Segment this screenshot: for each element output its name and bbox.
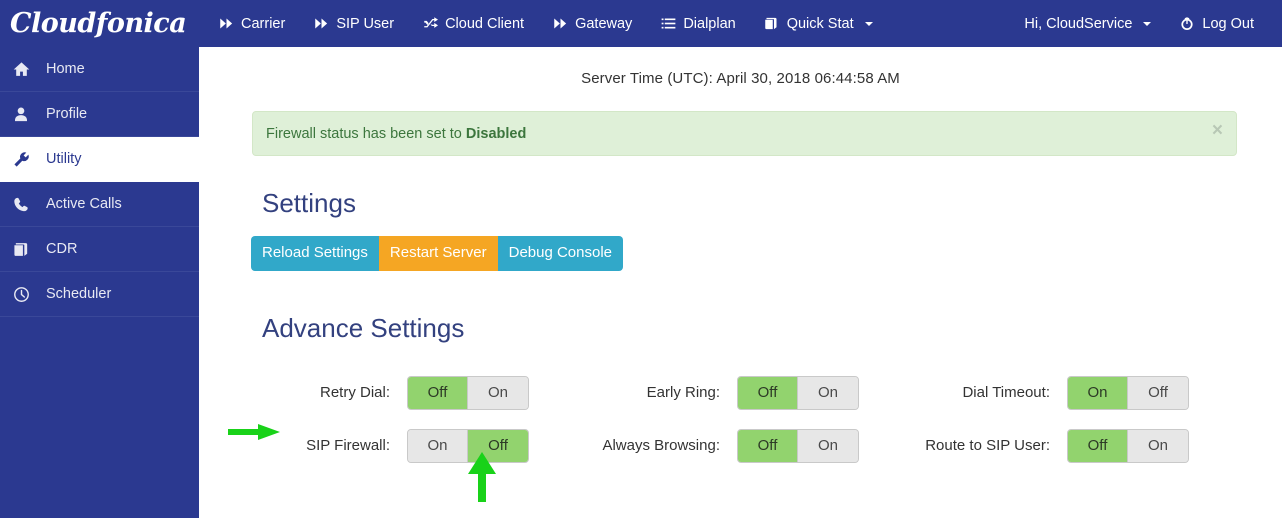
toggle-route-to-sip-user[interactable]: Off On [1067,428,1189,463]
sidebar-item-scheduler[interactable]: Scheduler [0,272,199,317]
nav-item-label: Cloud Client [445,15,525,32]
primary-nav: Carrier SIP User Cloud Client Gateway Dialpl… [204,0,887,47]
book-icon [764,16,780,32]
nav-item-quick-stat[interactable]: Quick Stat [750,0,887,47]
logout-label: Log Out [1202,15,1254,32]
fast-forward-icon [552,16,568,32]
advance-settings-heading: Advance Settings [262,313,465,343]
toggle-retry-dial[interactable]: Off On [407,375,529,410]
setting-always-browsing: Always Browsing: Off On [529,419,859,472]
sidebar-item-cdr[interactable]: CDR [0,227,199,272]
user-menu-label: Hi, CloudService [1024,15,1133,32]
setting-route-to-sip-user: Route to SIP User: Off On [859,419,1189,472]
setting-label: Dial Timeout: [962,384,1050,401]
restart-server-button[interactable]: Restart Server [378,236,498,271]
toggle-sip-firewall[interactable]: On Off [407,428,529,463]
power-icon [1179,16,1195,32]
sidebar-item-profile[interactable]: Profile [0,92,199,137]
toggle-option-off[interactable]: Off [468,429,528,462]
setting-sip-firewall: SIP Firewall: On Off [199,419,529,472]
status-alert: Firewall status has been set to Disabled… [252,111,1237,156]
chevron-down-icon [864,21,873,26]
alert-message: Firewall status has been set to Disabled [266,126,526,142]
wrench-icon [10,151,32,168]
settings-row: Retry Dial: Off On Early Ring: Off On Dial Tim… [199,366,1282,419]
toggle-option-on[interactable]: On [798,429,858,462]
toggle-option-on[interactable]: On [1068,376,1128,409]
settings-heading: Settings [262,188,356,218]
fast-forward-icon [313,16,329,32]
nav-item-label: Gateway [575,15,633,32]
sidebar-item-utility[interactable]: Utility [0,137,199,182]
nav-item-dialplan[interactable]: Dialplan [646,0,749,47]
top-navbar: Cloudfonica Carrier SIP User Cloud Client G… [0,0,1282,47]
chevron-down-icon [1143,21,1152,26]
toggle-option-off[interactable]: Off [738,429,798,462]
nav-item-label: SIP User [336,15,395,32]
debug-console-button[interactable]: Debug Console [497,236,624,271]
sidebar-item-label: Profile [46,106,88,122]
nav-item-cloud-client[interactable]: Cloud Client [408,0,538,47]
close-icon[interactable]: × [1212,121,1223,140]
phone-icon [10,196,32,213]
logout-button[interactable]: Log Out [1165,0,1268,47]
toggle-option-off[interactable]: Off [408,376,468,409]
list-icon [660,16,676,32]
nav-item-label: Dialplan [683,15,736,32]
user-nav: Hi, CloudService Log Out [1010,0,1282,47]
setting-dial-timeout: Dial Timeout: On Off [859,366,1189,419]
toggle-early-ring[interactable]: Off On [737,375,859,410]
home-icon [10,61,32,78]
toggle-option-off[interactable]: Off [1128,376,1188,409]
sidebar-item-label: Active Calls [46,196,122,212]
settings-row: SIP Firewall: On Off Always Browsing: Off On R… [199,419,1282,472]
toggle-always-browsing[interactable]: Off On [737,428,859,463]
shuffle-icon [422,16,438,32]
user-menu[interactable]: Hi, CloudService [1010,0,1165,47]
reload-settings-button[interactable]: Reload Settings [251,236,379,271]
toggle-option-on[interactable]: On [798,376,858,409]
setting-label: Route to SIP User: [925,437,1050,454]
sidebar-item-label: Home [46,61,85,77]
toggle-dial-timeout[interactable]: On Off [1067,375,1189,410]
nav-item-carrier[interactable]: Carrier [204,0,299,47]
settings-button-group: Reload Settings Restart Server Debug Conso… [251,236,624,271]
nav-item-label: Carrier [241,15,286,32]
clock-icon [10,286,32,303]
advance-settings-grid: Retry Dial: Off On Early Ring: Off On Dial Tim… [199,366,1282,472]
nav-item-label: Quick Stat [786,15,854,32]
sidebar-item-home[interactable]: Home [0,47,199,92]
toggle-option-off[interactable]: Off [1068,429,1128,462]
book-icon [10,241,32,258]
sidebar-item-active-calls[interactable]: Active Calls [0,182,199,227]
setting-early-ring: Early Ring: Off On [529,366,859,419]
setting-label: Early Ring: [646,384,720,401]
toggle-option-off[interactable]: Off [738,376,798,409]
sidebar-item-label: Scheduler [46,286,112,302]
brand-logo[interactable]: Cloudfonica [0,0,199,47]
alert-status-value: Disabled [465,125,527,142]
server-time: Server Time (UTC): April 30, 2018 06:44:… [581,70,900,87]
setting-label: Retry Dial: [319,384,390,401]
fast-forward-icon [218,16,234,32]
setting-label: SIP Firewall: [306,437,390,454]
alert-prefix: Firewall status has been set to [266,125,466,142]
sidebar: Home Profile Utility Active Calls CDR Schedul… [0,47,199,518]
nav-item-gateway[interactable]: Gateway [538,0,646,47]
user-icon [10,106,32,123]
toggle-option-on[interactable]: On [1128,429,1188,462]
sidebar-item-label: Utility [46,151,82,167]
setting-label: Always Browsing: [602,437,720,454]
sidebar-item-label: CDR [46,241,78,257]
main-content: Server Time (UTC): April 30, 2018 06:44:… [199,47,1282,518]
toggle-option-on[interactable]: On [408,429,468,462]
setting-retry-dial: Retry Dial: Off On [199,366,529,419]
nav-item-sip-user[interactable]: SIP User [299,0,408,47]
brand-name: Cloudfonica [10,8,187,39]
toggle-option-on[interactable]: On [468,376,528,409]
